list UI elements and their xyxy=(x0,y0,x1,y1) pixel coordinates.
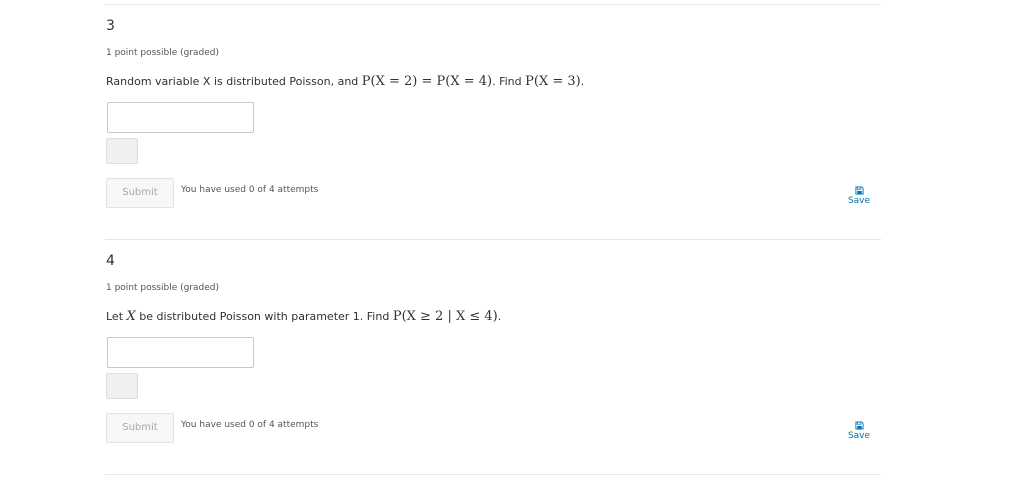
question-formula: P(X = 2) = P(X = 4) xyxy=(361,74,493,89)
question-text: . xyxy=(497,310,502,323)
answer-preview xyxy=(106,373,138,399)
problem-number: 3 xyxy=(106,18,115,34)
question-formula: X xyxy=(127,309,136,324)
save-label: Save xyxy=(847,431,871,441)
submit-button[interactable]: Submit xyxy=(106,178,174,208)
problem-divider-top xyxy=(105,4,881,5)
problem-divider-bottom xyxy=(105,474,881,475)
floppy-disk-icon xyxy=(854,186,864,195)
question-text: be distributed Poisson with parameter 1.… xyxy=(135,310,393,323)
question-text: Let xyxy=(106,310,127,323)
attempts-status: You have used 0 of 4 attempts xyxy=(181,185,319,195)
floppy-disk-icon xyxy=(854,421,864,430)
problem-question: Random variable X is distributed Poisson… xyxy=(106,74,584,89)
problem-4: 4 1 point possible (graded) Let X be dis… xyxy=(105,253,881,453)
question-text: . Find xyxy=(492,75,526,88)
question-formula: P(X ≥ 2 | X ≤ 4) xyxy=(392,309,498,324)
submit-button[interactable]: Submit xyxy=(106,413,174,443)
problem-points: 1 point possible (graded) xyxy=(106,283,220,293)
problem-question: Let X be distributed Poisson with parame… xyxy=(106,309,501,324)
save-label: Save xyxy=(847,196,871,206)
attempts-status: You have used 0 of 4 attempts xyxy=(181,420,319,430)
save-button[interactable]: Save xyxy=(839,186,879,206)
problem-number: 4 xyxy=(106,253,115,269)
save-button[interactable]: Save xyxy=(839,421,879,441)
answer-input[interactable] xyxy=(107,337,254,368)
problem-3: 3 1 point possible (graded) Random varia… xyxy=(105,18,881,218)
question-variable: X xyxy=(126,309,136,324)
problem-points: 1 point possible (graded) xyxy=(106,48,220,58)
question-text: . xyxy=(580,75,585,88)
answer-input[interactable] xyxy=(107,102,254,133)
question-text: Random variable X is distributed Poisson… xyxy=(106,75,362,88)
question-formula: P(X = 3) xyxy=(525,74,581,89)
problem-divider xyxy=(105,239,881,240)
answer-preview xyxy=(106,138,138,164)
